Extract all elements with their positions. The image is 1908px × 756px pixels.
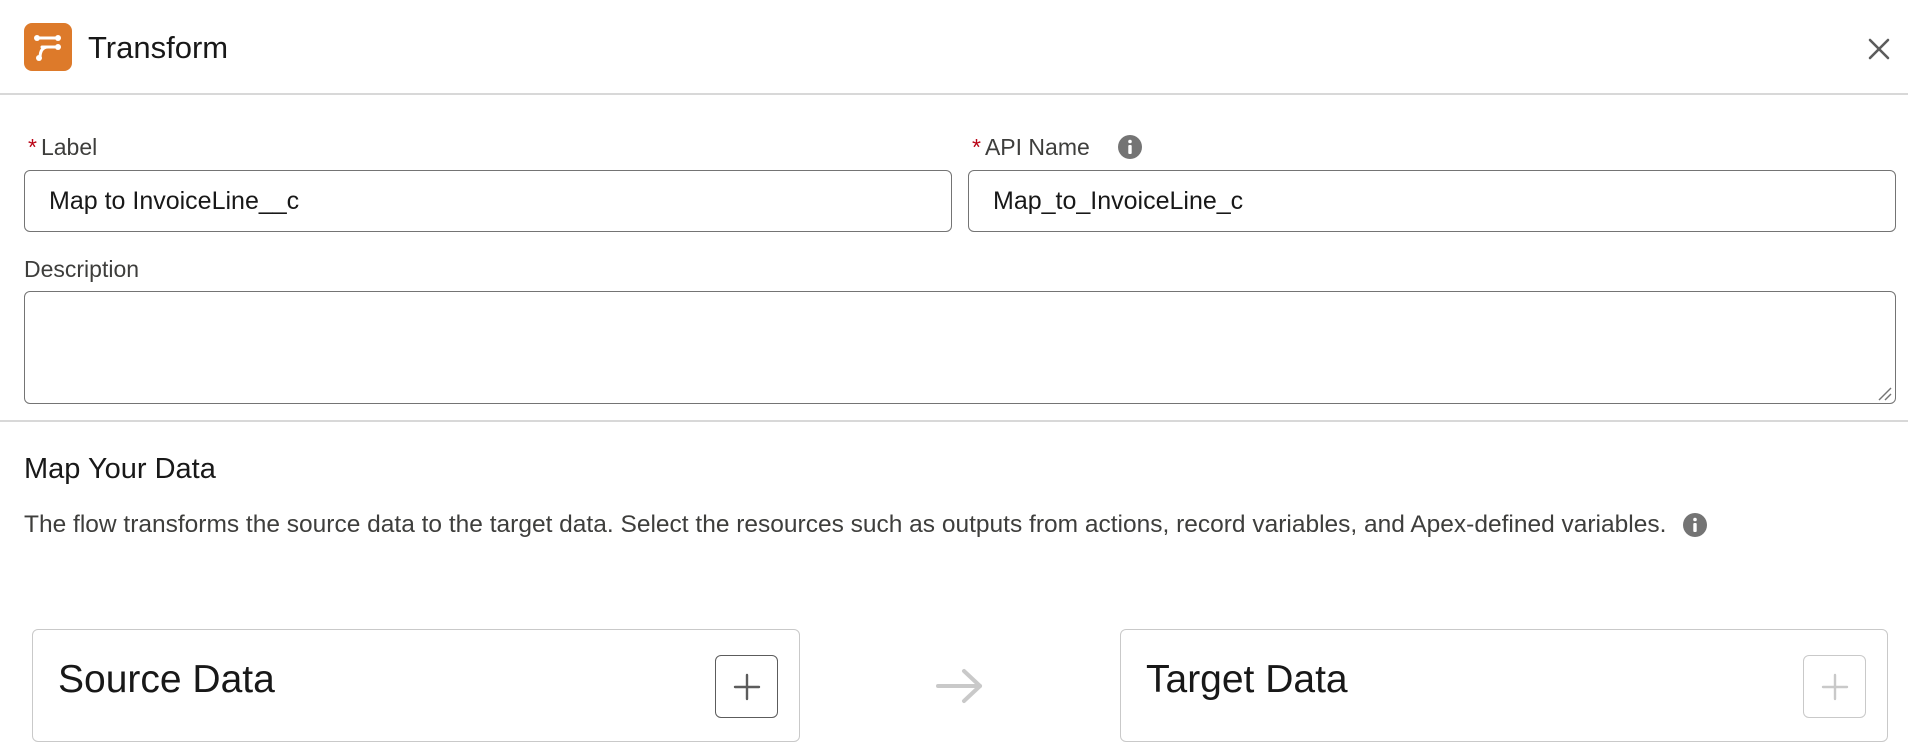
label-input[interactable]	[24, 170, 952, 232]
required-marker: *	[972, 134, 981, 160]
close-icon	[1868, 38, 1890, 60]
info-icon[interactable]	[1682, 511, 1708, 537]
description-textarea[interactable]	[24, 291, 1896, 404]
modal-header: Transform	[0, 0, 1908, 95]
section-divider	[0, 420, 1908, 422]
info-icon[interactable]	[1117, 134, 1143, 160]
required-marker: *	[28, 134, 37, 160]
plus-icon	[733, 673, 760, 700]
transform-icon	[24, 23, 72, 71]
section-description: The flow transforms the source data to t…	[24, 505, 1854, 544]
source-data-title: Source Data	[58, 658, 275, 701]
target-data-card: Target Data	[1120, 629, 1888, 742]
plus-icon	[1821, 673, 1848, 700]
label-field-label: * Label	[28, 134, 98, 160]
description-field-label: Description	[24, 256, 140, 282]
source-data-card: Source Data	[32, 629, 800, 742]
resize-grip-icon[interactable]	[1876, 385, 1892, 401]
section-title: Map Your Data	[24, 453, 216, 485]
add-target-button[interactable]	[1803, 655, 1866, 718]
add-source-button[interactable]	[715, 655, 778, 718]
arrow-right-icon	[936, 666, 984, 706]
api-name-field-label: * API Name	[972, 134, 1090, 160]
close-button[interactable]	[1864, 34, 1894, 64]
modal-title: Transform	[88, 30, 229, 65]
api-name-input[interactable]	[968, 170, 1896, 232]
target-data-title: Target Data	[1146, 658, 1348, 701]
